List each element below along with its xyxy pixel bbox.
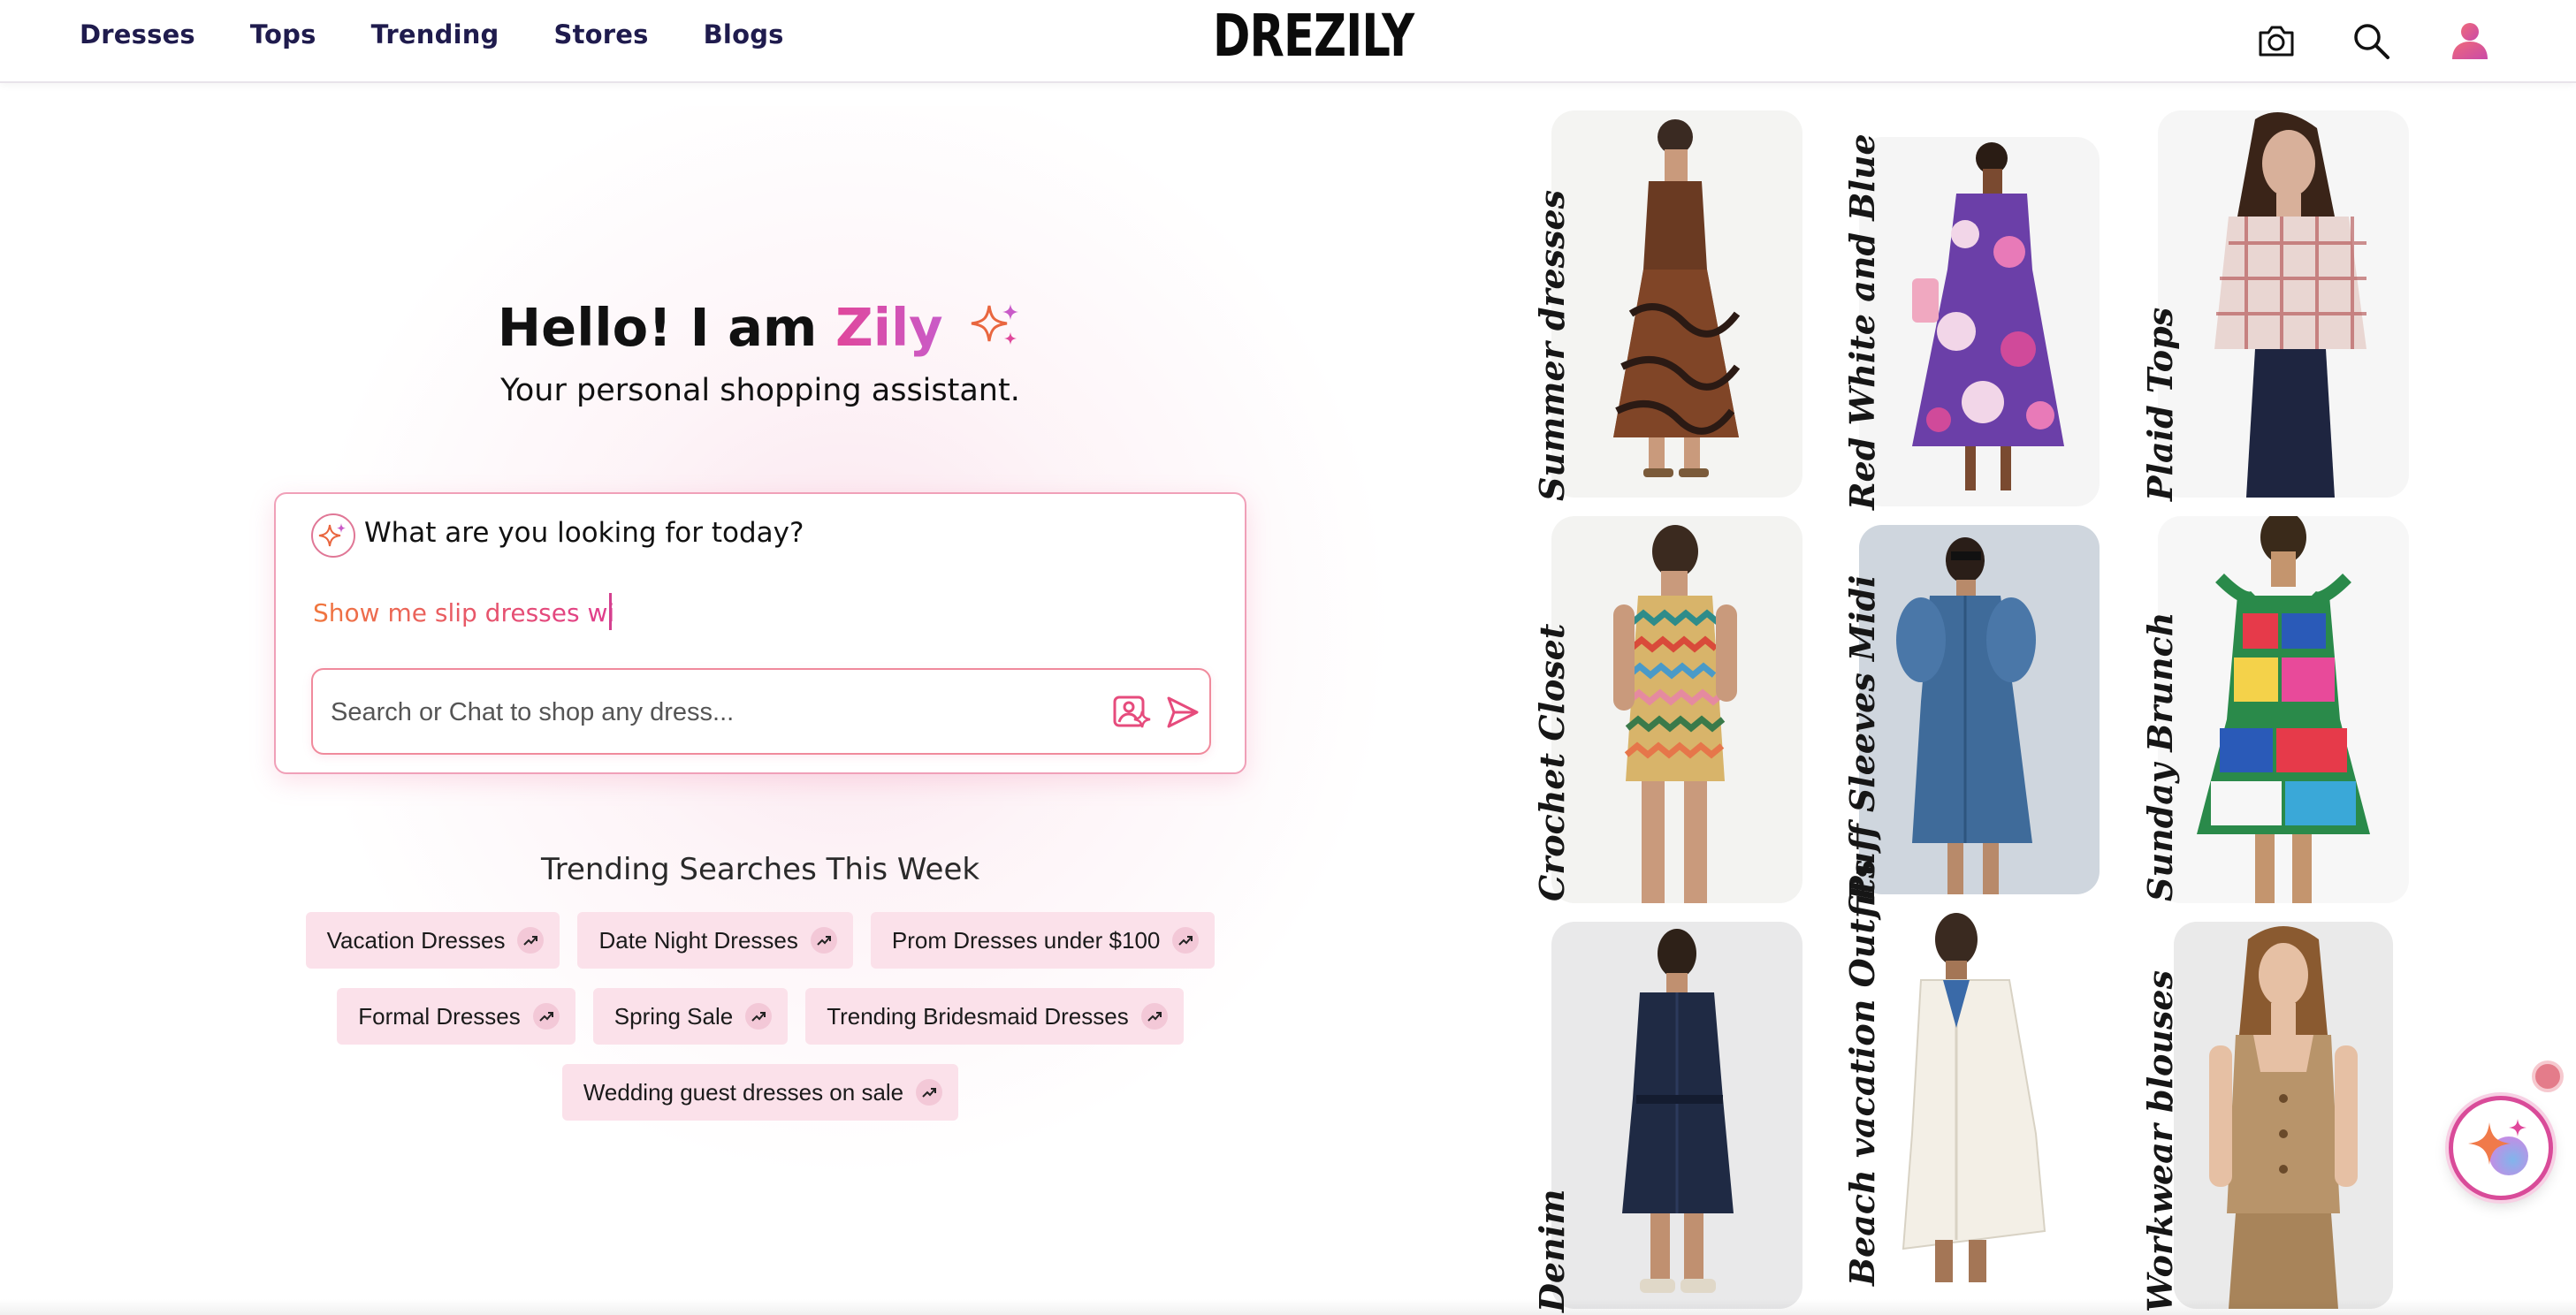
trending-row-1: Vacation Dresses Date Night Dresses Prom… [265,912,1255,969]
user-icon[interactable] [2445,16,2495,65]
trend-arrow-icon [532,1003,560,1030]
nav-dresses[interactable]: Dresses [80,19,195,49]
trend-arrow-icon [1172,927,1200,954]
trending-row-2: Formal Dresses Spring Sale Trending Brid… [265,988,1255,1045]
trending-title: Trending Searches This Week [540,852,980,887]
trend-arrow-icon [745,1003,773,1030]
trend-arrow-icon [1140,1003,1168,1030]
bottom-shadow [0,1299,2576,1315]
trending-chip[interactable]: Wedding guest dresses on sale [561,1064,959,1121]
trending-chip[interactable]: Trending Bridesmaid Dresses [805,988,1184,1045]
trend-arrow-icon [916,1079,943,1106]
nav-blogs[interactable]: Blogs [704,19,784,49]
denim-image[interactable] [1551,922,1802,1309]
red-white-blue-image[interactable] [1859,137,2100,506]
trending-chip[interactable]: Prom Dresses under $100 [870,912,1216,969]
dress-illustration [1622,929,1734,1293]
summer-dresses-image[interactable] [1551,110,1802,498]
image-search-button[interactable] [1109,689,1155,735]
beach-vacation-outfits-image[interactable] [1859,913,2100,1282]
chat-prompt: What are you looking for today? [364,517,804,549]
image-sparkle-icon [1113,696,1151,728]
main-nav: Dresses Tops Trending Stores Blogs [80,19,784,49]
category-summer-dresses[interactable]: Summer dresses [1532,190,1572,501]
category-crochet-closet[interactable]: Crochet Closet [1532,624,1572,901]
nav-stores[interactable]: Stores [554,19,649,49]
top-illustration [2214,112,2366,498]
plaid-tops-image[interactable] [2158,110,2409,498]
trending-row-3: Wedding guest dresses on sale [265,1064,1255,1121]
send-icon [1167,696,1199,728]
trending-chip[interactable]: Date Night Dresses [577,912,853,969]
workwear-blouses-image[interactable] [2174,922,2393,1309]
nav-trending[interactable]: Trending [371,19,499,49]
dress-illustration [1613,525,1737,903]
crochet-closet-image[interactable] [1551,516,1802,903]
top-illustration [2209,926,2358,1309]
dress-illustration [1896,537,2036,894]
category-sunday-brunch[interactable]: Sunday Brunch [2140,612,2180,901]
nav-tops[interactable]: Tops [250,19,316,49]
typing-suggestion: Show me slip dresses wi [313,598,615,627]
dress-illustration [2197,516,2370,903]
category-denim[interactable]: Denim [1532,1190,1572,1312]
drezily-logo[interactable]: DREZILY [1213,2,1414,70]
search-input[interactable] [331,689,1056,735]
hero-subtitle: Your personal shopping assistant. [500,373,1020,408]
send-button[interactable] [1160,689,1206,735]
sparkle-icon [970,299,1023,364]
dress-illustration [1902,913,2046,1282]
trending-chip[interactable]: Vacation Dresses [305,912,560,969]
category-workwear-blouses[interactable]: Workwear blouses [2140,970,2180,1312]
assistant-sparkle-icon [311,513,355,558]
greeting-prefix: Hello! I am [497,297,818,358]
hero-greeting: Hello! I am Zily [371,297,1149,364]
category-beach-vacation[interactable]: Beach vacation Outfits [1842,860,1882,1286]
sunday-brunch-image[interactable] [2158,516,2409,903]
category-plaid-tops[interactable]: Plaid Tops [2140,308,2180,501]
trending-chip[interactable]: Spring Sale [592,988,789,1045]
chat-panel: What are you looking for today? Show me … [274,492,1246,774]
trending-chip[interactable]: Formal Dresses [337,988,575,1045]
assistant-chat-button[interactable] [2449,1096,2553,1200]
search-icon[interactable] [2346,16,2396,65]
search-bar [311,668,1211,755]
dress-illustration [1613,119,1741,477]
notification-dot [2532,1060,2564,1092]
dress-illustration [1912,142,2064,490]
trend-arrow-icon [810,927,837,954]
category-puff-sleeves-midi[interactable]: Puff Sleeves Midi [1842,575,1882,901]
camera-icon[interactable] [2252,16,2301,65]
category-red-white-blue[interactable]: Red White and Blue [1842,133,1882,510]
assistant-sparkle-icon [2468,1119,2528,1175]
text-caret [609,593,612,630]
puff-sleeves-midi-image[interactable] [1859,525,2100,894]
trend-arrow-icon [517,927,545,954]
assistant-name: Zily [835,297,943,358]
top-header: Dresses Tops Trending Stores Blogs DREZI… [0,0,2576,83]
